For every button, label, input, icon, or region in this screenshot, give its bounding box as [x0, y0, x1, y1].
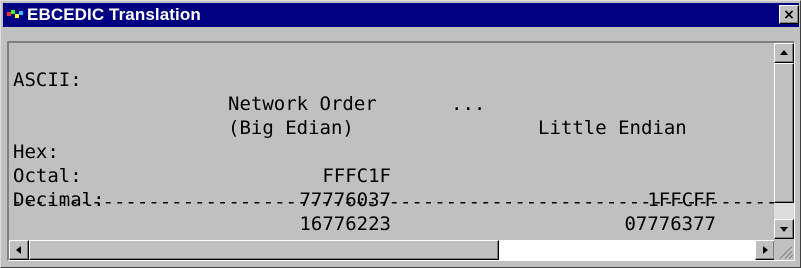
- window-title: EBCEDIC Translation: [27, 5, 201, 24]
- resize-grip-icon[interactable]: [774, 240, 794, 260]
- vertical-scrollbar[interactable]: [774, 43, 794, 239]
- arrow-down-icon: [780, 227, 788, 232]
- close-button[interactable]: ×: [779, 5, 799, 24]
- app-icon: [7, 8, 23, 22]
- vertical-scroll-thumb[interactable]: [774, 63, 794, 203]
- ascii-row: ASCII: ...: [11, 44, 485, 115]
- hex-row: Hex: FFFC1F 1FFCFF: [11, 116, 771, 211]
- horizontal-scroll-track[interactable]: [499, 240, 755, 260]
- decimal-row: Decimal: 16776223 2096383: [11, 164, 771, 239]
- horizontal-scroll-thumb[interactable]: [29, 240, 499, 260]
- close-icon: ×: [783, 6, 795, 23]
- separator-line: ----------------------------------------…: [11, 191, 775, 213]
- title-bar[interactable]: EBCEDIC Translation ×: [3, 3, 799, 27]
- horizontal-scrollbar[interactable]: [9, 240, 775, 260]
- content-panel: ASCII: ... Network Order Little Endian (…: [7, 41, 795, 261]
- decimal-little-value: 2096383: [636, 236, 716, 239]
- scroll-up-button[interactable]: [774, 43, 794, 63]
- octal-little-value: 07776377: [624, 213, 716, 235]
- decimal-network-value: 16776223: [299, 213, 391, 235]
- header-row: Network Order Little Endian: [11, 68, 687, 139]
- translation-window: EBCEDIC Translation × ASCII: ... Network…: [0, 0, 801, 268]
- arrow-up-icon: [780, 50, 788, 55]
- arrow-right-icon: [763, 246, 768, 254]
- scroll-left-button[interactable]: [9, 240, 29, 260]
- header-sub-row: (Big Edian): [11, 92, 354, 139]
- ascii-value: ...: [451, 93, 486, 115]
- octal-row: Octal: 77776037 07776377: [11, 140, 771, 235]
- arrow-left-icon: [16, 246, 21, 254]
- network-order-header: Network Order: [228, 93, 377, 115]
- translation-text-area[interactable]: ASCII: ... Network Order Little Endian (…: [9, 43, 775, 239]
- scroll-right-button[interactable]: [755, 240, 775, 260]
- scroll-down-button[interactable]: [774, 219, 794, 239]
